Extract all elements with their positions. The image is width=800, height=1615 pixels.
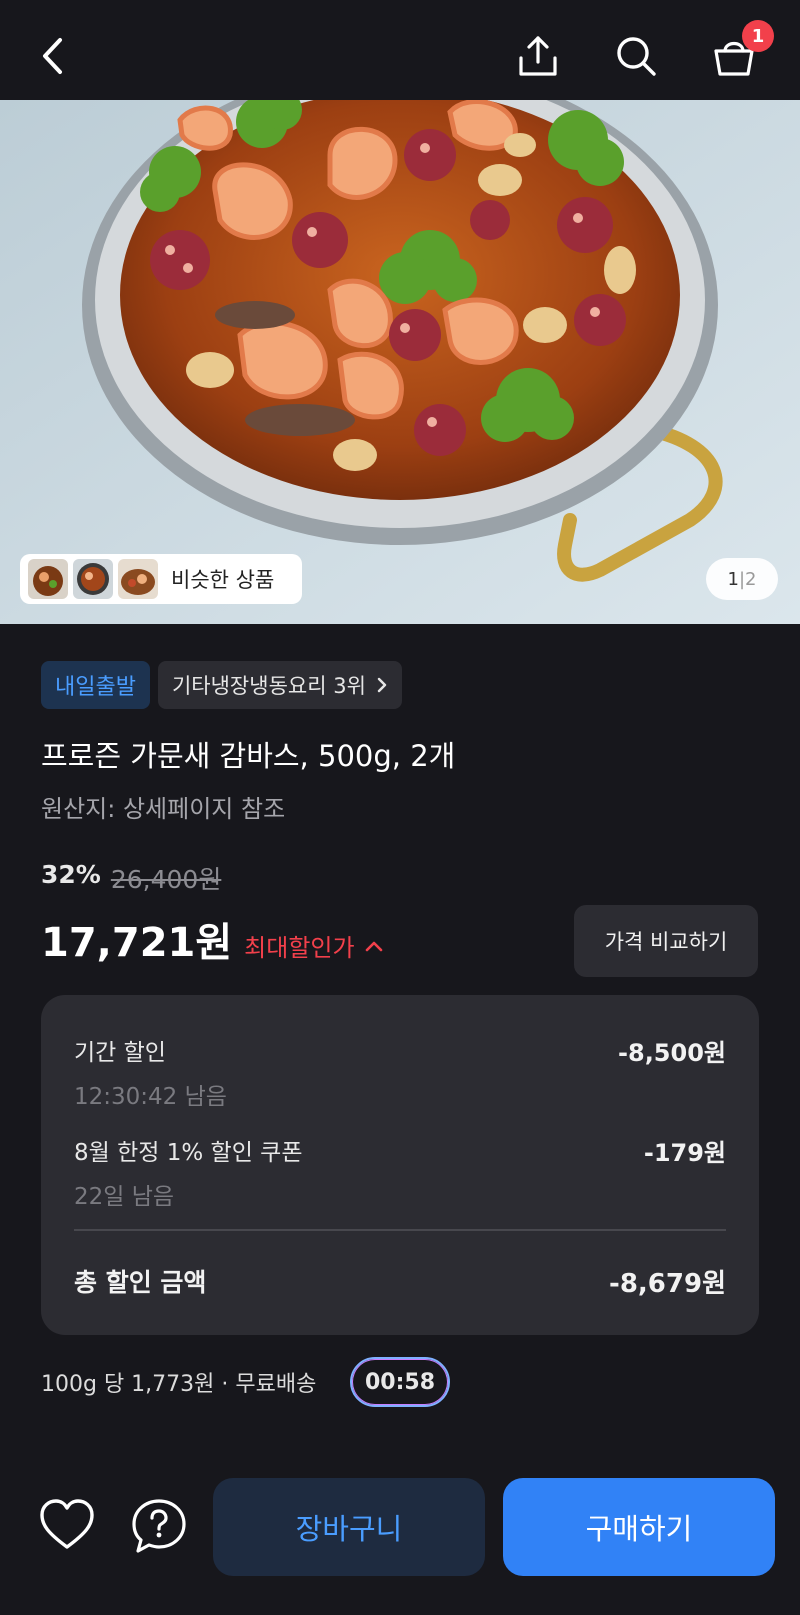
similar-thumb: [73, 559, 113, 599]
divider: [74, 1229, 726, 1231]
delivery-tag: 내일출발: [41, 661, 150, 709]
category-rank-link[interactable]: 기타냉장냉동요리 3위: [157, 661, 402, 709]
discount-percent: 32%: [41, 860, 101, 889]
heart-icon: [40, 1499, 94, 1549]
similar-products-label: 비슷한 상품: [171, 568, 275, 592]
question-icon: [132, 1499, 186, 1553]
gambas-pan-illustration: [0, 100, 800, 624]
chevron-right-icon: [377, 677, 387, 693]
total-discount-line: 총 할인 금액 -8,679원: [74, 1268, 726, 1299]
product-image[interactable]: [0, 100, 800, 624]
discount-breakdown-card: 기간 할인 -8,500원 12:30:42 남음 8월 한정 1% 할인 쿠폰…: [41, 995, 759, 1335]
top-bar: 1: [0, 0, 800, 100]
unit-price-shipping: 100g 당 1,773원 · 무료배송: [41, 1372, 317, 1397]
search-icon: [617, 37, 656, 76]
back-button[interactable]: [28, 26, 78, 86]
search-button[interactable]: [608, 28, 664, 84]
wishlist-button[interactable]: [38, 1497, 96, 1553]
similar-thumb: [28, 559, 68, 599]
cart-count-badge: 1: [742, 20, 774, 52]
product-page: 1 비슷한 상품 1 | 2 내일출발 기타냉장냉동요리 3위 프로즌 가문새 …: [0, 0, 800, 1615]
discount-remaining: 12:30:42 남음: [74, 1084, 227, 1110]
chevron-up-icon: [365, 941, 382, 951]
discount-row: 32% 26,400원: [41, 860, 221, 896]
max-discount-toggle[interactable]: 최대할인가: [244, 928, 382, 963]
inquiry-button[interactable]: [130, 1497, 188, 1555]
chevron-left-icon: [43, 38, 62, 74]
sale-price: 17,721원: [41, 920, 233, 966]
discount-line: 기간 할인 -8,500원: [74, 1039, 726, 1067]
share-button[interactable]: [510, 28, 566, 84]
similar-thumb: [118, 559, 158, 599]
discount-line: 8월 한정 1% 할인 쿠폰 -179원: [74, 1139, 726, 1167]
countdown-timer: 00:58: [350, 1357, 450, 1407]
original-price: 26,400원: [110, 865, 222, 894]
price-row: 17,721원 최대할인가: [41, 910, 383, 968]
similar-products-chip[interactable]: 비슷한 상품: [20, 554, 302, 604]
buy-now-button[interactable]: 구매하기: [503, 1478, 775, 1576]
origin-info: 원산지: 상세페이지 참조: [41, 795, 286, 823]
share-icon: [519, 36, 557, 76]
discount-remaining: 22일 남음: [74, 1184, 175, 1210]
tag-row: 내일출발 기타냉장냉동요리 3위: [41, 661, 402, 709]
product-title: 프로즌 가문새 감바스, 500g, 2개: [41, 739, 456, 773]
image-page-counter: 1 | 2: [706, 558, 778, 600]
price-compare-button[interactable]: 가격 비교하기: [574, 905, 758, 977]
add-to-cart-button[interactable]: 장바구니: [213, 1478, 485, 1576]
